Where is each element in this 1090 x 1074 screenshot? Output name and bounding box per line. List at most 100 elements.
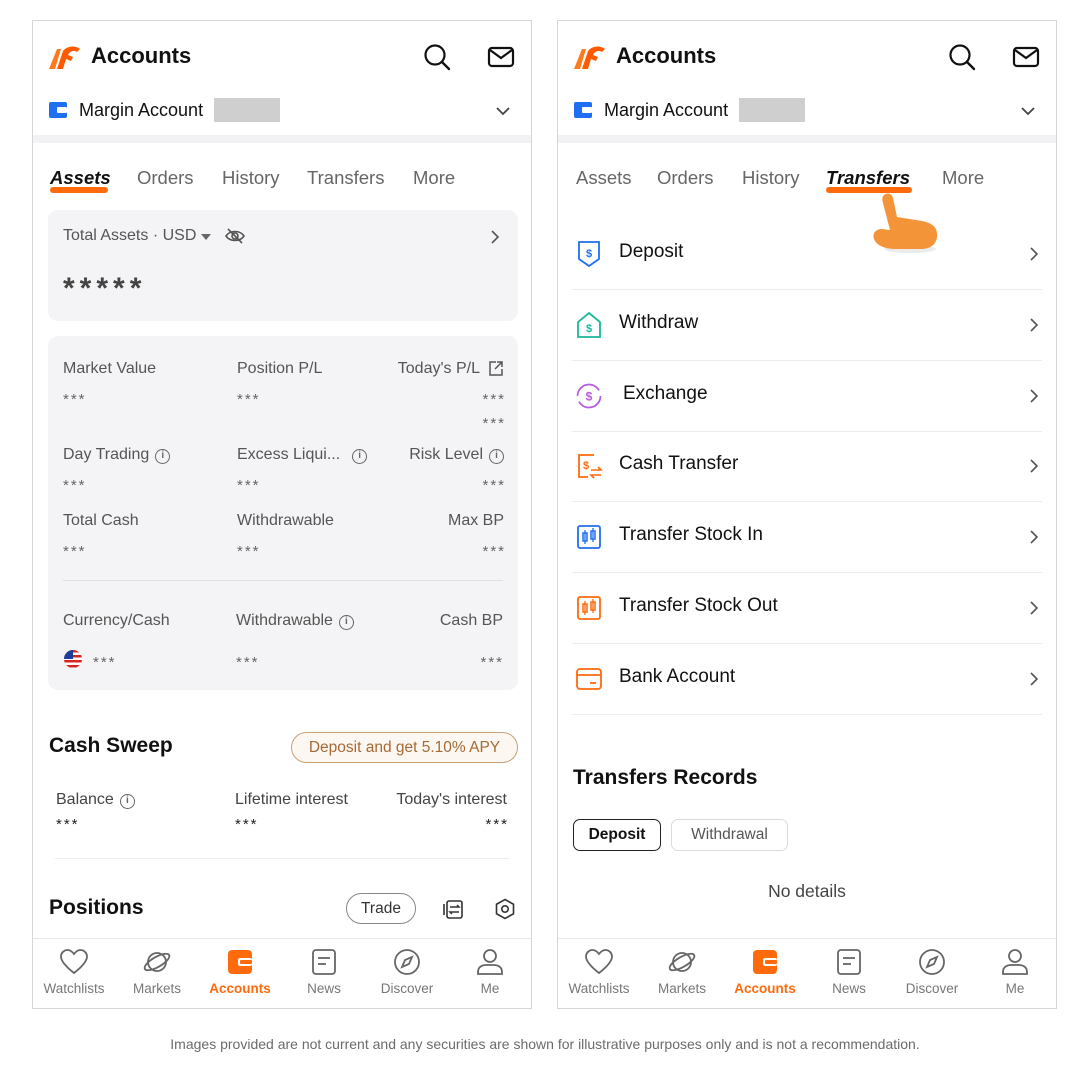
nav-markets[interactable]: Markets <box>642 947 722 996</box>
nav-discover[interactable]: Discover <box>367 947 447 996</box>
total-assets-value: ***** <box>63 272 147 305</box>
exchange-icon: $ <box>576 383 602 409</box>
max-bp-value: *** <box>482 543 506 560</box>
nav-label: Markets <box>132 981 181 996</box>
info-icon[interactable]: i <box>155 449 171 464</box>
compass-icon <box>394 949 420 975</box>
total-assets-card[interactable]: Total Assets · USD ***** <box>48 210 518 321</box>
mail-icon[interactable] <box>487 43 515 71</box>
lifetime-interest-label: Lifetime interest <box>235 791 348 808</box>
nav-label: Accounts <box>734 981 796 996</box>
nav-label: Discover <box>380 981 434 996</box>
menu-label: Transfer Stock Out <box>619 595 778 616</box>
planet-icon <box>668 952 696 972</box>
tab-orders[interactable]: Orders <box>137 167 194 189</box>
chevron-right-icon <box>1030 459 1039 473</box>
cash-bp-header: Cash BP <box>439 612 503 629</box>
info-icon[interactable]: i <box>119 794 135 809</box>
menu-transfer-stock-in[interactable]: Transfer Stock In <box>572 502 1042 573</box>
nav-news[interactable]: News <box>284 947 364 996</box>
nav-label: Markets <box>657 981 706 996</box>
svg-text:$: $ <box>586 248 592 260</box>
account-selector[interactable]: Margin Account <box>558 95 1056 135</box>
trade-button[interactable]: Trade <box>346 893 416 924</box>
position-pl-value: *** <box>237 391 261 408</box>
tab-assets[interactable]: Assets <box>576 167 632 189</box>
todays-pl-label: Today's P/L <box>397 360 480 377</box>
transfer-stock-in-icon <box>577 525 601 549</box>
bull-logo-icon <box>574 46 605 69</box>
eye-hidden-icon[interactable] <box>225 227 245 245</box>
currency-cash-header: Currency/Cash <box>63 612 170 629</box>
menu-cash-transfer[interactable]: $ Cash Transfer <box>572 431 1042 502</box>
account-tabs: Assets Orders History Transfers More <box>558 167 1056 201</box>
transfer-positions-icon[interactable] <box>443 898 465 920</box>
filter-deposit[interactable]: Deposit <box>573 819 661 851</box>
assets-screen: Accounts Margin Account Assets Orders Hi… <box>32 20 532 1009</box>
menu-transfer-stock-out[interactable]: Transfer Stock Out <box>572 573 1042 644</box>
balance-value: *** <box>56 816 80 833</box>
nav-markets[interactable]: Markets <box>117 947 197 996</box>
menu-deposit[interactable]: $ Deposit <box>572 219 1042 290</box>
menu-withdraw[interactable]: $ Withdraw <box>572 290 1042 361</box>
tab-history[interactable]: History <box>742 167 800 189</box>
nav-watchlists[interactable]: Watchlists <box>559 947 639 996</box>
divider <box>63 580 503 581</box>
gear-icon[interactable] <box>494 898 516 920</box>
chevron-right-icon <box>1030 318 1039 332</box>
account-card-icon <box>49 102 67 118</box>
todays-interest-value: *** <box>485 816 509 833</box>
nav-label: Me <box>1005 981 1025 996</box>
nav-accounts[interactable]: Accounts <box>725 947 805 996</box>
deposit-icon: $ <box>578 241 600 268</box>
tab-more[interactable]: More <box>942 167 984 189</box>
account-card-icon <box>574 102 592 118</box>
svg-text:$: $ <box>586 390 593 404</box>
nav-discover[interactable]: Discover <box>892 947 972 996</box>
filter-withdrawal[interactable]: Withdrawal <box>671 819 788 851</box>
nav-me[interactable]: Me <box>975 947 1055 996</box>
info-icon[interactable]: i <box>352 449 368 464</box>
total-cash-value: *** <box>63 543 87 560</box>
tab-transfers[interactable]: Transfers <box>307 167 384 189</box>
info-icon[interactable]: i <box>338 615 354 630</box>
person-icon <box>477 949 503 975</box>
tab-more[interactable]: More <box>413 167 455 189</box>
news-icon <box>837 949 861 975</box>
page-title: Accounts <box>91 43 192 68</box>
currency-cash-value: *** <box>93 654 117 671</box>
search-icon[interactable] <box>423 43 451 71</box>
tab-assets[interactable]: Assets <box>50 167 111 189</box>
info-icon[interactable]: i <box>489 449 504 464</box>
transfers-records-title: Transfers Records <box>573 766 758 789</box>
nav-watchlists[interactable]: Watchlists <box>34 947 114 996</box>
nav-me[interactable]: Me <box>450 947 530 996</box>
currency-withdrawable-value: *** <box>236 654 260 671</box>
cash-transfer-icon: $ <box>578 454 603 479</box>
cash-sweep-promo-button[interactable]: Deposit and get 5.10% APY <box>291 732 518 763</box>
account-name: Margin Account <box>79 100 204 120</box>
caret-down-icon[interactable] <box>200 233 212 241</box>
mail-icon[interactable] <box>1012 43 1040 71</box>
chevron-down-icon[interactable] <box>495 103 511 119</box>
menu-bank-account[interactable]: Bank Account <box>572 644 1042 715</box>
planet-icon <box>143 952 171 972</box>
menu-label: Cash Transfer <box>619 453 739 474</box>
nav-accounts[interactable]: Accounts <box>200 947 280 996</box>
tab-transfers[interactable]: Transfers <box>826 167 910 189</box>
search-icon[interactable] <box>948 43 976 71</box>
market-value-label: Market Value <box>63 360 157 377</box>
bank-account-icon <box>576 668 602 690</box>
page-title: Accounts <box>616 43 717 68</box>
nav-label: Watchlists <box>43 981 105 996</box>
tab-history[interactable]: History <box>222 167 280 189</box>
nav-news[interactable]: News <box>809 947 889 996</box>
nav-label: News <box>307 981 341 996</box>
share-icon[interactable] <box>487 360 504 377</box>
risk-level-value: *** <box>482 477 506 494</box>
menu-exchange[interactable]: $ Exchange <box>572 361 1042 432</box>
chevron-down-icon[interactable] <box>1020 103 1036 119</box>
chevron-right-icon[interactable] <box>490 230 500 244</box>
account-selector[interactable]: Margin Account <box>33 95 531 135</box>
tab-orders[interactable]: Orders <box>657 167 714 189</box>
